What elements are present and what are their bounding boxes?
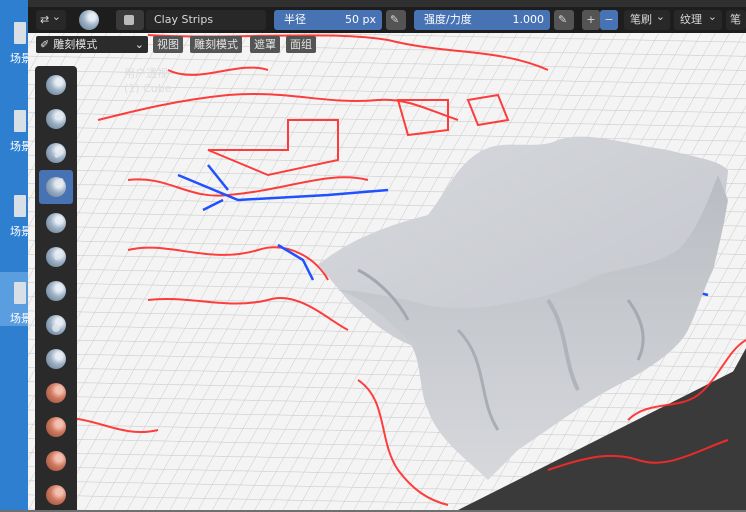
mode-selector[interactable]: ⇄ [36, 7, 66, 30]
face-sets-menu[interactable]: 面组 [286, 36, 316, 53]
sculpt-menu[interactable]: 雕刻模式 [190, 36, 242, 53]
brush-datablock-icon [124, 15, 134, 25]
file-icon [14, 110, 26, 132]
tool-flatten[interactable] [39, 410, 73, 444]
brush-preview-button[interactable] [74, 10, 104, 30]
tool-shelf [35, 66, 77, 510]
radius-label: 半径 [284, 13, 306, 26]
strength-label: 强度/力度 [424, 13, 472, 26]
desktop-icon-scene-2[interactable]: 场景 [0, 108, 32, 153]
mask-menu[interactable]: 遮罩 [250, 36, 280, 53]
brush-datablock-icon[interactable] [116, 10, 144, 30]
fill-brush-icon [46, 451, 66, 471]
crease-brush-icon [46, 349, 66, 369]
file-icon [14, 282, 26, 304]
radius-slider[interactable]: 半径 50 px [274, 10, 382, 30]
pen-pressure-icon: ✎ [390, 13, 400, 26]
brush-name-field[interactable]: Clay Strips [146, 10, 266, 30]
interaction-mode-label: 雕刻模式 [53, 38, 98, 51]
strength-value: 1.000 [512, 13, 545, 26]
texture-menu[interactable]: 纹理 [674, 7, 722, 30]
inflate-brush-icon [46, 281, 66, 301]
tool-smooth[interactable] [39, 376, 73, 410]
tool-settings-header: ⇄ Clay Strips 半径 50 px ✎ 强度/力度 1.000 ✎ +… [28, 7, 746, 33]
sculpt-grab-icon: ⇄ [40, 13, 50, 26]
clay-strips-brush-icon [79, 10, 99, 30]
scrape-brush-icon [46, 485, 66, 505]
radius-pressure-toggle[interactable]: ✎ [386, 10, 406, 30]
tool-layer[interactable] [39, 240, 73, 274]
draw-brush-icon [46, 75, 66, 95]
strength-slider[interactable]: 强度/力度 1.000 [414, 10, 550, 30]
viewport-overlay-text: 用户透视 (1) Cube [124, 66, 171, 96]
window-top-edge [28, 0, 746, 7]
direction-subtract-button[interactable]: − [600, 10, 618, 30]
file-icon [14, 22, 26, 44]
direction-add-button[interactable]: + [582, 10, 600, 30]
tool-inflate[interactable] [39, 274, 73, 308]
texture-menu-label: 纹理 [680, 13, 702, 26]
desktop-strip: 场景 场景 场景 场景 [0, 0, 32, 510]
brush-menu[interactable]: 笔刷 [624, 7, 670, 30]
stroke-menu[interactable]: 笔 [726, 10, 746, 30]
tool-clay[interactable] [39, 136, 73, 170]
tool-blob[interactable] [39, 308, 73, 342]
radius-value: 50 px [345, 13, 376, 26]
tool-draw[interactable] [39, 68, 73, 102]
tool-clay-strips[interactable] [39, 170, 73, 204]
sculpt-brush-icon: ✐ [40, 38, 50, 51]
stroke-menu-label: 笔 [730, 13, 741, 26]
strength-pressure-toggle[interactable]: ✎ [554, 10, 574, 30]
brush-menu-label: 笔刷 [630, 13, 652, 26]
view-perspective-label: 用户透视 [124, 67, 168, 80]
pen-pressure-icon: ✎ [558, 13, 568, 26]
flatten-brush-icon [46, 417, 66, 437]
clay-thumb-brush-icon [46, 213, 66, 233]
view-menu[interactable]: 视图 [153, 36, 183, 53]
tool-fill[interactable] [39, 444, 73, 478]
active-object-label: (1) Cube [124, 82, 172, 95]
desktop-icon-scene-3[interactable]: 场景 [0, 193, 32, 238]
interaction-mode-selector[interactable]: ✐ 雕刻模式 ⌄ [36, 36, 148, 53]
chevron-down-icon: ⌄ [134, 38, 144, 51]
desktop-icon-scene-1[interactable]: 场景 [0, 20, 32, 65]
3d-viewport[interactable]: 用户透视 (1) Cube [28, 0, 746, 510]
tool-draw-sharp[interactable] [39, 102, 73, 136]
tool-clay-thumb[interactable] [39, 206, 73, 240]
tool-crease[interactable] [39, 342, 73, 376]
desktop-icon-scene-4[interactable]: 场景 [0, 272, 32, 326]
file-icon [14, 195, 26, 217]
tool-scrape[interactable] [39, 478, 73, 512]
smooth-brush-icon [46, 383, 66, 403]
